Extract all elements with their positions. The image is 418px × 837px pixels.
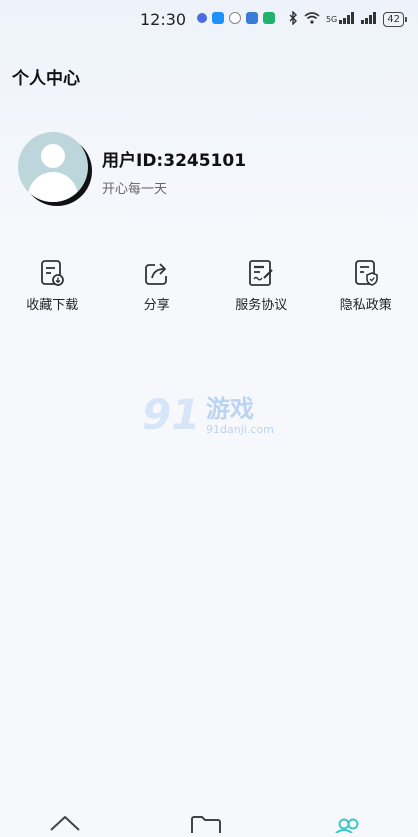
- notification-app-icon: [212, 12, 224, 24]
- menu-item-service-agreement[interactable]: 服务协议: [209, 258, 314, 328]
- share-icon: [142, 258, 172, 288]
- nav-profile[interactable]: [323, 810, 373, 833]
- bluetooth-icon: [288, 11, 298, 28]
- menu-label: 服务协议: [209, 294, 314, 313]
- signal-icon: [339, 12, 355, 27]
- user-id: 用户ID:3245101: [102, 146, 246, 171]
- menu-item-share[interactable]: 分享: [105, 258, 210, 328]
- status-indicators: 5G 42: [288, 11, 404, 28]
- watermark-brand: 游戏: [206, 389, 254, 424]
- menu-label: 收藏下载: [0, 294, 105, 313]
- watermark-logo: 91 游戏 91danji.com: [140, 385, 280, 445]
- nav-home[interactable]: [40, 810, 90, 833]
- watermark-domain: 91danji.com: [206, 423, 274, 436]
- function-menu: 收藏下载 分享 服务协议 隐私政策: [0, 258, 418, 328]
- notification-app-icon: [229, 12, 241, 24]
- signal-5g-label: 5G: [326, 15, 337, 24]
- avatar-body: [28, 172, 78, 202]
- avatar[interactable]: [18, 132, 88, 202]
- menu-label: 隐私政策: [314, 294, 418, 313]
- folder-icon: [181, 810, 231, 833]
- notification-icons: [197, 12, 275, 24]
- menu-item-privacy-policy[interactable]: 隐私政策: [314, 258, 418, 328]
- user-motto: 开心每一天: [102, 178, 167, 197]
- download-doc-icon: [37, 258, 67, 288]
- notification-app-icon: [263, 12, 275, 24]
- profile-card[interactable]: 用户ID:3245101 开心每一天: [18, 132, 398, 207]
- users-icon: [323, 810, 373, 833]
- privacy-shield-doc-icon: [351, 258, 381, 288]
- status-time: 12:30: [140, 10, 186, 29]
- menu-label: 分享: [105, 294, 210, 313]
- page-title: 个人中心: [12, 64, 80, 89]
- agreement-doc-icon: [246, 258, 276, 288]
- wifi-icon: [304, 12, 320, 27]
- battery-indicator: 42: [383, 12, 404, 27]
- bottom-nav: [0, 810, 418, 833]
- menu-item-favorites-downloads[interactable]: 收藏下载: [0, 258, 105, 328]
- status-bar: 12:30 5G 42: [0, 0, 418, 38]
- nav-files[interactable]: [181, 810, 231, 833]
- home-icon: [40, 810, 90, 833]
- signal-icon: [361, 12, 377, 27]
- svg-text:91: 91: [142, 390, 200, 439]
- avatar-head: [41, 144, 65, 168]
- notification-app-icon: [197, 13, 207, 23]
- notification-app-icon: [246, 12, 258, 24]
